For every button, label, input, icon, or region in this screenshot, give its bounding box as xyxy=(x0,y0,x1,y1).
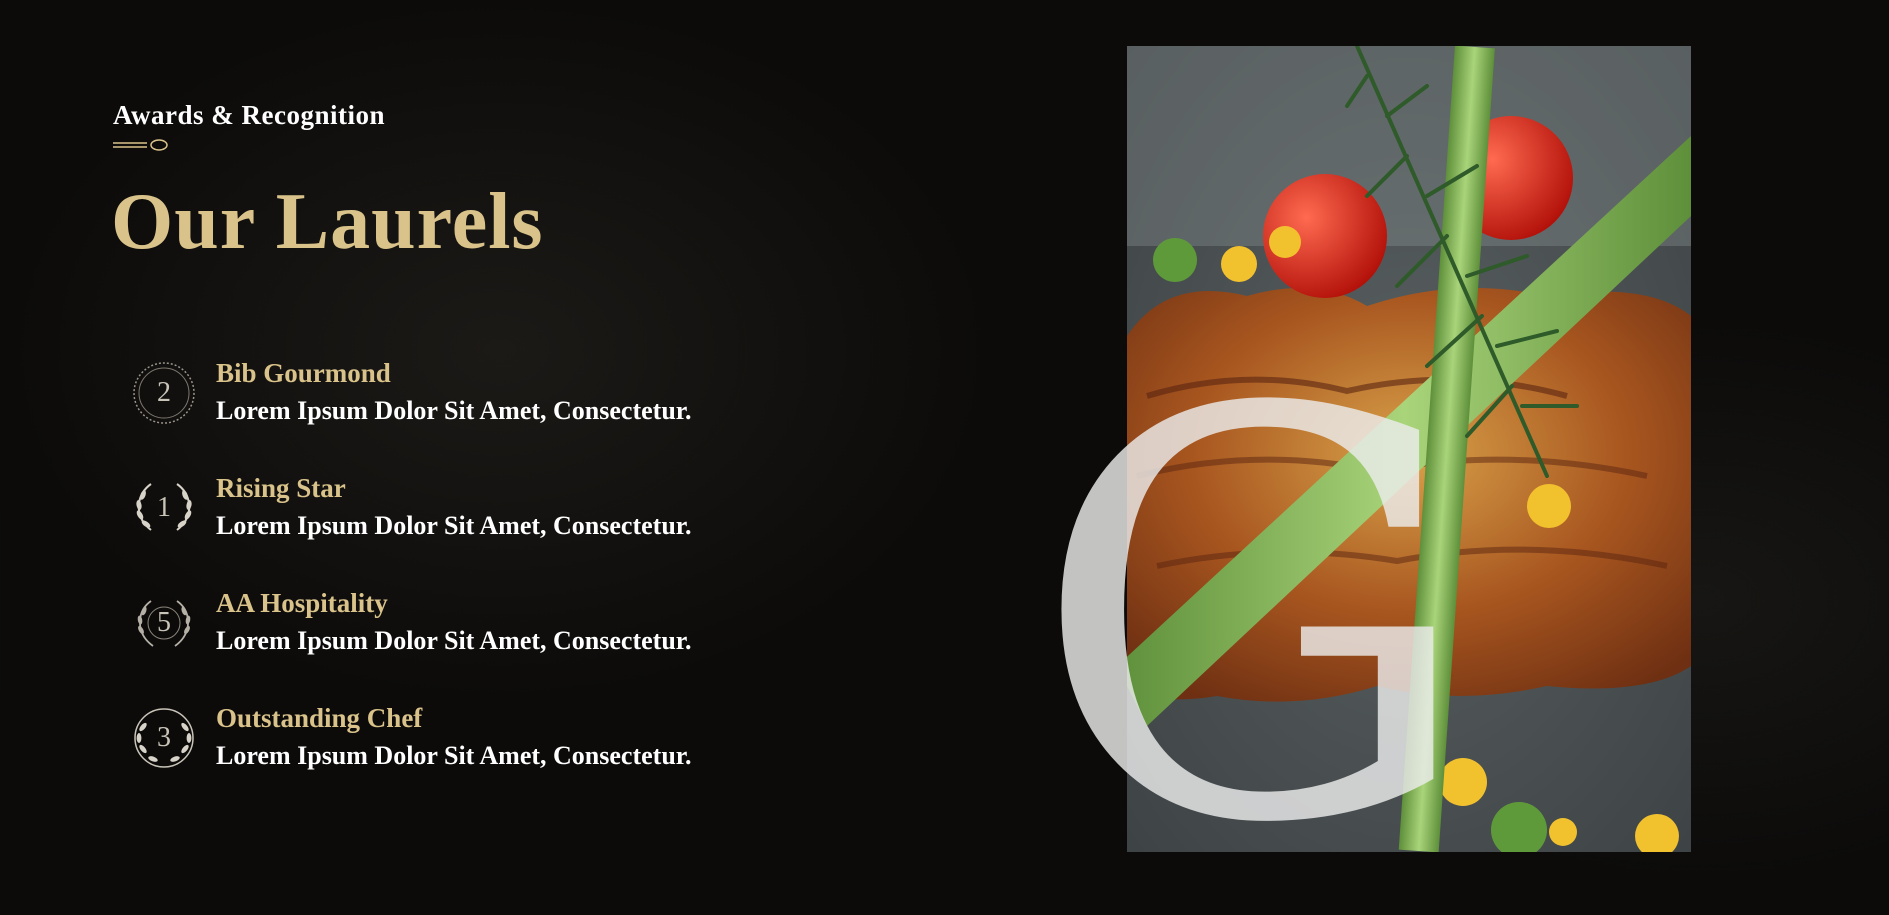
award-number: 5 xyxy=(157,607,171,638)
award-item: 2 Bib Gourmond Lorem Ipsum Dolor Sit Ame… xyxy=(131,358,831,438)
laurel-wreath-icon: 5 xyxy=(131,590,197,656)
award-description: Lorem Ipsum Dolor Sit Amet, Consectetur. xyxy=(216,396,692,425)
award-item: 3 Outstanding Chef Lorem Ipsum Dolor Sit… xyxy=(131,703,831,783)
food-photo xyxy=(1127,46,1691,852)
award-number: 2 xyxy=(157,377,171,408)
award-description: Lorem Ipsum Dolor Sit Amet, Consectetur. xyxy=(216,511,692,540)
award-description: Lorem Ipsum Dolor Sit Amet, Consectetur. xyxy=(216,741,692,770)
laurels-section: Awards & Recognition Our Laurels 2 Bib G… xyxy=(0,0,1889,915)
award-item: 5 AA Hospitality Lorem Ipsum Dolor Sit A… xyxy=(131,588,831,668)
grilled-chicken-image xyxy=(1127,46,1691,852)
award-badge-icon: 2 xyxy=(131,360,197,426)
award-item: 1 Rising Star Lorem Ipsum Dolor Sit Amet… xyxy=(131,473,831,553)
award-title: Outstanding Chef xyxy=(216,703,423,733)
award-number: 1 xyxy=(157,492,171,523)
award-description: Lorem Ipsum Dolor Sit Amet, Consectetur. xyxy=(216,626,692,655)
award-title: Bib Gourmond xyxy=(216,358,391,388)
spoon-separator-icon xyxy=(113,139,168,151)
award-title: AA Hospitality xyxy=(216,588,388,618)
section-subtitle: Awards & Recognition xyxy=(113,100,385,130)
award-title: Rising Star xyxy=(216,473,346,503)
laurel-wreath-icon: 3 xyxy=(131,705,197,771)
section-heading: Our Laurels xyxy=(111,178,544,266)
laurel-wreath-icon: 1 xyxy=(131,475,197,541)
award-number: 3 xyxy=(157,722,171,753)
